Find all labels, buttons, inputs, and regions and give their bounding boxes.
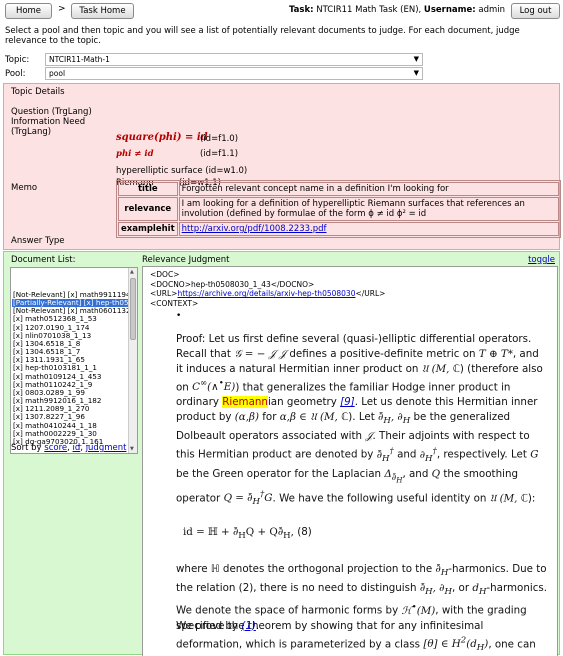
home-button[interactable]: Home: [5, 3, 52, 19]
top-bar: Home > Task Home Task: NTCIR11 Math Task…: [0, 0, 563, 20]
memo-value: http://arxiv.org/pdf/1008.2233.pdf: [178, 222, 559, 236]
document-list-item[interactable]: [Partially-Relevant] [x] hep-th0508030_1…: [12, 299, 130, 308]
document-list[interactable]: [Not-Relevant] [x] math9911194 [Partially…: [10, 267, 138, 454]
sort-by: Sort by score, id, judgment: [11, 443, 127, 453]
document-list-item[interactable]: [x] math0512368_1_53: [12, 315, 130, 323]
relevance-judgment-title: Relevance Judgment: [142, 255, 230, 265]
document-paragraph: We prove the theorem by showing that for…: [176, 620, 536, 654]
judgment-panel: Document List: [Not-Relevant] [x] math99…: [3, 251, 560, 656]
task-value: NTCIR11 Math Task (EN),: [316, 5, 422, 15]
memo-value: Forgotten relevant concept name in a def…: [178, 182, 559, 196]
sort-by-label: Sort by: [11, 443, 42, 453]
formula-id: (id=f1.1): [200, 149, 239, 159]
document-list-scrollbar[interactable]: ▲ ▼: [128, 268, 137, 453]
task-info: Task: NTCIR11 Math Task (EN), Username: …: [289, 5, 505, 15]
scrollbar-thumb[interactable]: [130, 278, 136, 340]
memo-row-examplehit: examplehit http://arxiv.org/pdf/1008.223…: [118, 222, 559, 236]
url-close-tag: </URL>: [355, 289, 386, 299]
topic-select-value: NTCIR11-Math-1: [49, 55, 110, 64]
document-list-item[interactable]: [x] 1207.0190_1_174: [12, 324, 130, 332]
document-equation: id = ℍ + ∂̄HQ + Q∂̄H, (8): [183, 526, 312, 542]
memo-key: title: [118, 182, 178, 196]
memo-row-relevance: relevance I am looking for a definition …: [118, 197, 559, 221]
document-list-item[interactable]: [x] 1211.2089_1_270: [12, 405, 130, 413]
sort-by-score-link[interactable]: score: [44, 443, 67, 453]
pool-label: Pool:: [5, 69, 26, 79]
document-list-item[interactable]: [x] hep-th0103181_1_1: [12, 364, 130, 372]
pool-select[interactable]: pool ▼: [45, 67, 423, 80]
document-list-item[interactable]: [x] math0110242_1_9: [12, 381, 130, 389]
keyword-w1-0: hyperelliptic surface (id=w1.0): [116, 166, 247, 176]
document-list-items: [Not-Relevant] [x] math9911194 [Partially…: [12, 291, 130, 446]
docno-line: <DOCNO>hep-th0508030_1_43</DOCNO>: [150, 279, 315, 289]
formula-f1-0: square(phi) = id (id=f1.0): [116, 132, 238, 144]
keyword-text: hyperelliptic surface: [116, 166, 203, 176]
document-viewer: <DOC> <DOCNO>hep-th0508030_1_43</DOCNO> …: [142, 266, 558, 656]
document-list-item[interactable]: [x] math0109124_1_453: [12, 373, 130, 381]
keyword-id: (id=w1.0): [205, 166, 248, 176]
formula-f1-1: phi ≠ id (id=f1.1): [116, 149, 238, 159]
topic-label: Topic:: [5, 55, 30, 65]
document-header: <DOC> <DOCNO>hep-th0508030_1_43</DOCNO> …: [150, 270, 385, 308]
formula-expression: square(phi) = id: [116, 132, 208, 143]
answer-type-label: Answer Type: [11, 236, 65, 246]
memo-key: examplehit: [118, 222, 178, 236]
document-list-item[interactable]: [Not-Relevant] [x] math9911194: [12, 291, 130, 299]
document-list-item[interactable]: [x] 1311.1931_1_65: [12, 356, 130, 364]
document-list-item[interactable]: [x] math0410244_1_18: [12, 422, 130, 430]
document-list-item[interactable]: [x] math0002229_1_30: [12, 430, 130, 438]
chevron-down-icon: ▼: [413, 69, 419, 77]
scroll-up-icon[interactable]: ▲: [130, 269, 134, 275]
examplehit-link[interactable]: http://arxiv.org/pdf/1008.2233.pdf: [182, 224, 327, 234]
memo-table: title Forgotten relevant concept name in…: [116, 180, 561, 238]
url-line: <URL>https://archive.org/details/arxiv-h…: [150, 289, 385, 299]
document-list-item[interactable]: [x] math9912016_1_182: [12, 397, 130, 405]
formula-id: (id=f1.0): [200, 134, 239, 144]
topic-details-panel: Topic Details Question (TrgLang) Informa…: [3, 83, 561, 250]
document-list-item[interactable]: [x] nlin0701038_1_13: [12, 332, 130, 340]
document-list-item[interactable]: [x] 1304.6518_1_8: [12, 340, 130, 348]
document-url-link[interactable]: https://archive.org/details/arxiv-hep-th…: [177, 289, 355, 298]
formula-expression: phi ≠ id: [116, 149, 154, 159]
username-label: Username:: [423, 5, 476, 15]
memo-value: I am looking for a definition of hyperel…: [178, 197, 559, 221]
task-label: Task:: [288, 5, 314, 15]
sort-by-judgment-link[interactable]: judgment: [86, 443, 127, 453]
document-list-item[interactable]: [Not-Relevant] [x] math0601132: [12, 307, 130, 315]
topic-select[interactable]: NTCIR11-Math-1 ▼: [45, 53, 423, 66]
pool-select-value: pool: [49, 69, 66, 78]
sort-by-id-link[interactable]: id: [73, 443, 81, 453]
memo-row-title: title Forgotten relevant concept name in…: [118, 182, 559, 196]
document-list-item[interactable]: [x] 0803.0289_1_99: [12, 389, 130, 397]
document-list-item[interactable]: [x] 1304.6518_1_7: [12, 348, 130, 356]
doc-tag: <DOC>: [150, 270, 180, 279]
question-label: Question (TrgLang) Information Need (Trg…: [11, 107, 92, 137]
topic-details-title: Topic Details: [11, 87, 65, 97]
username-value: admin: [478, 5, 505, 15]
breadcrumb-separator: >: [58, 4, 66, 14]
task-home-button[interactable]: Task Home: [71, 3, 134, 19]
logout-button[interactable]: Log out: [511, 3, 560, 19]
document-list-item[interactable]: [x] 1307.8227_1_96: [12, 413, 130, 421]
scroll-down-icon[interactable]: ▼: [130, 446, 134, 452]
document-paragraph: Proof: Let us first define several (quas…: [176, 333, 543, 508]
context-tag: <CONTEXT>: [150, 298, 199, 308]
memo-label: Memo: [11, 183, 38, 193]
chevron-down-icon: ▼: [413, 55, 419, 63]
citation-link[interactable]: [9]: [340, 396, 355, 408]
highlighted-term: Riemann: [222, 396, 268, 409]
memo-key: relevance: [118, 197, 178, 221]
instructions: Select a pool and then topic and you wil…: [5, 26, 520, 46]
bullet-icon: •: [176, 311, 182, 321]
document-list-title: Document List:: [11, 255, 76, 265]
url-open-tag: <URL>: [150, 289, 178, 299]
toggle-link[interactable]: toggle: [528, 255, 555, 265]
